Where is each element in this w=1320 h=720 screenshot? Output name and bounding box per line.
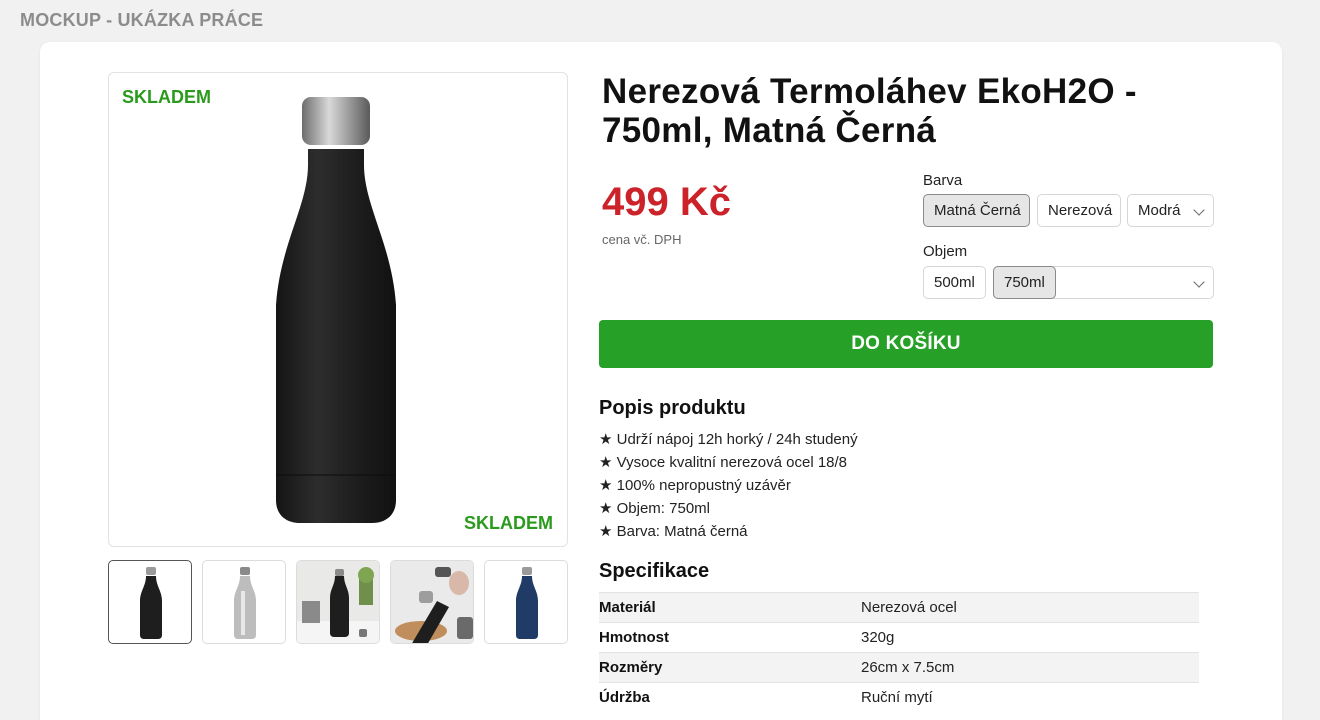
spec-key: Materiál — [599, 599, 656, 616]
color-option-stainless[interactable]: Nerezová — [1037, 194, 1121, 227]
chevron-down-icon — [1193, 276, 1205, 288]
thumbnail-steel-bottle[interactable] — [202, 560, 286, 644]
bottle-image — [276, 97, 396, 523]
stock-badge-bottom: SKLADEM — [464, 513, 553, 533]
chevron-down-icon — [1193, 204, 1205, 216]
volume-option-500ml[interactable]: 500ml — [923, 266, 986, 299]
volume-label: Objem — [923, 243, 968, 260]
specs-table: Materiál Nerezová ocel Hmotnost 320g Roz… — [599, 592, 1199, 713]
spec-value: 320g — [861, 629, 895, 646]
main-product-image[interactable]: SKLADEM SKLADEM — [108, 72, 568, 547]
description-item: ★ Vysoce kvalitní nerezová ocel 18/8 — [599, 454, 848, 471]
spec-key: Údržba — [599, 689, 650, 707]
description-item: ★ 100% nepropustný uzávěr — [599, 477, 791, 494]
thumbnail-blue-bottle[interactable] — [484, 560, 568, 644]
description-item: ★ Udrží nápoj 12h horký / 24h studený — [599, 431, 858, 448]
spec-key: Hmotnost — [599, 629, 669, 646]
color-option-matte-black[interactable]: Matná Černá — [923, 194, 1030, 227]
spec-value: Nerezová ocel — [861, 599, 957, 616]
table-row: Hmotnost 320g — [599, 622, 1199, 653]
spec-value: 26cm x 7.5cm — [861, 659, 955, 676]
product-title: Nerezová Termoláhev EkoH2O - 750ml, Matn… — [602, 72, 1137, 150]
mockup-label: MOCKUP - UKÁZKA PRÁCE — [20, 10, 264, 30]
stock-badge-top: SKLADEM — [122, 87, 211, 107]
table-row: Rozměry 26cm x 7.5cm — [599, 652, 1199, 683]
description-item: ★ Objem: 750ml — [599, 500, 710, 517]
product-price: 499 Kč — [602, 180, 731, 224]
color-label: Barva — [923, 172, 963, 189]
thumbnail-black-bottle[interactable] — [108, 560, 192, 644]
spec-key: Rozměry — [599, 659, 663, 676]
thumbnail-strip — [108, 560, 568, 644]
color-dropdown[interactable]: Modrá — [1127, 194, 1214, 227]
description-heading: Popis produktu — [599, 397, 746, 419]
product-card: SKLADEM SKLADEM Nerezová Termoláhev EkoH… — [40, 42, 1282, 720]
spec-value: Ruční mytí — [861, 689, 933, 707]
volume-dropdown[interactable]: 750ml — [993, 266, 1214, 299]
table-row: Materiál Nerezová ocel — [599, 592, 1199, 623]
thumbnail-pouring-bottle[interactable] — [390, 560, 474, 644]
description-list: ★ Udrží nápoj 12h horký / 24h studený ★ … — [599, 428, 858, 543]
volume-option-750ml[interactable]: 750ml — [993, 266, 1056, 299]
color-option-blue: Modrá — [1138, 202, 1181, 219]
price-note: cena vč. DPH — [602, 232, 682, 247]
thumbnail-lifestyle-bottle[interactable] — [296, 560, 380, 644]
description-item: ★ Barva: Matná černá — [599, 523, 748, 540]
add-to-cart-button[interactable]: DO KOŠÍKU — [599, 320, 1213, 368]
table-row: Údržba Ruční mytí — [599, 682, 1199, 713]
specs-heading: Specifikace — [599, 560, 710, 582]
